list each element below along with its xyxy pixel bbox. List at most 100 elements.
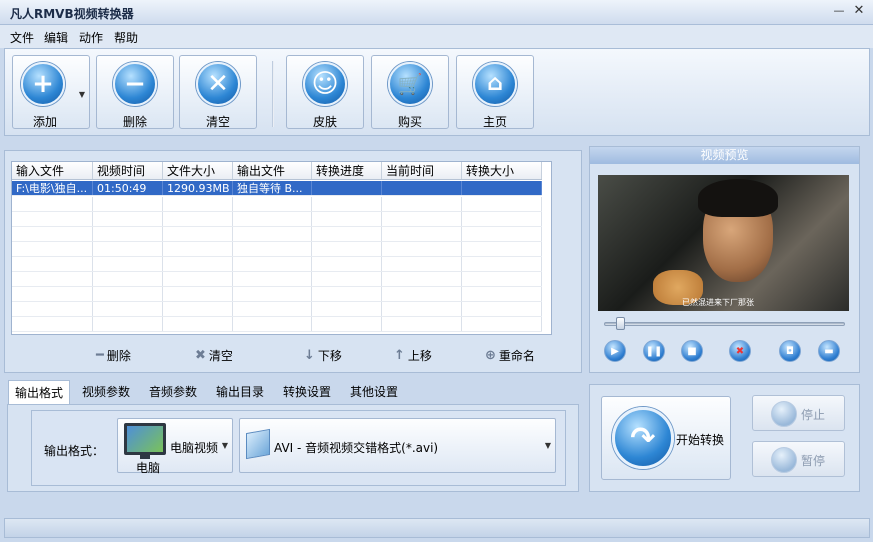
table-cell <box>233 257 312 271</box>
table-cell <box>12 272 93 286</box>
menu-edit[interactable]: 编辑 <box>44 29 68 46</box>
table-cell <box>312 317 382 331</box>
column-header[interactable]: 输入文件 <box>12 162 93 179</box>
start-convert-label: 开始转换 <box>676 433 725 447</box>
mute-button[interactable]: ✖ <box>729 340 751 362</box>
table-cell <box>382 257 462 271</box>
settings-tabs: 输出格式 视频参数 音频参数 输出目录 转换设置 其他设置 <box>4 380 582 404</box>
table-cell <box>312 287 382 301</box>
move-up-button[interactable]: ↑ 上移 <box>394 347 432 364</box>
empty-table-row <box>12 212 542 227</box>
table-cell <box>233 302 312 316</box>
table-cell <box>462 181 542 195</box>
table-cell <box>462 242 542 256</box>
table-cell <box>93 212 163 226</box>
table-cell <box>233 287 312 301</box>
file-list-table[interactable]: 输入文件 视频时间 文件大小 输出文件 转换进度 当前时间 转换大小 F:\电影… <box>11 161 552 335</box>
empty-table-row <box>12 302 542 317</box>
clear-button[interactable]: ✕ 清空 <box>179 55 257 129</box>
pause-icon <box>771 447 797 473</box>
table-cell <box>163 197 233 211</box>
close-button[interactable]: ✕ <box>852 4 866 18</box>
output-format-label: 输出格式： <box>44 444 105 458</box>
tab-output-dir[interactable]: 输出目录 <box>210 380 270 404</box>
pause-convert-button[interactable]: 暂停 <box>752 441 845 477</box>
table-cell <box>233 197 312 211</box>
table-cell <box>93 317 163 331</box>
empty-table-row <box>12 257 542 272</box>
column-header[interactable]: 当前时间 <box>382 162 462 179</box>
table-cell <box>93 197 163 211</box>
table-cell <box>12 227 93 241</box>
table-cell <box>382 302 462 316</box>
column-header[interactable]: 输出文件 <box>233 162 312 179</box>
table-cell <box>12 317 93 331</box>
menu-action[interactable]: 动作 <box>79 29 103 46</box>
stop-convert-label: 停止 <box>801 408 826 422</box>
column-header[interactable]: 视频时间 <box>93 162 163 179</box>
dropdown-arrow-icon[interactable]: ▼ <box>79 90 85 99</box>
stop-button[interactable]: ■ <box>681 340 703 362</box>
start-convert-button[interactable]: ↷ 开始转换 <box>601 396 731 480</box>
table-cell <box>312 242 382 256</box>
play-icon: ▶ <box>611 345 619 357</box>
tab-output-format[interactable]: 输出格式 <box>8 380 71 404</box>
list-delete-button[interactable]: ━ 删除 <box>96 347 131 364</box>
minimize-button[interactable]: — <box>832 4 846 18</box>
snapshot-button[interactable]: ◘ <box>779 340 801 362</box>
table-cell <box>93 257 163 271</box>
column-header[interactable]: 转换进度 <box>312 162 382 179</box>
home-button[interactable]: ⌂ 主页 <box>456 55 534 129</box>
menu-file[interactable]: 文件 <box>10 29 34 46</box>
arrow-up-icon: ↑ <box>394 348 405 363</box>
table-cell <box>12 212 93 226</box>
device-sublabel: 电脑 <box>136 461 161 475</box>
play-button[interactable]: ▶ <box>604 340 626 362</box>
menu-help[interactable]: 帮助 <box>114 29 138 46</box>
delete-button[interactable]: − 删除 <box>96 55 174 129</box>
table-row[interactable]: F:\电影\独自... 01:50:49 1290.93MB 独自等待 B... <box>12 181 542 196</box>
x-icon: ✕ <box>196 62 240 106</box>
pause-button[interactable]: ❚❚ <box>643 340 665 362</box>
table-cell <box>382 227 462 241</box>
minus-icon: ━ <box>96 348 104 363</box>
rename-button[interactable]: ⊕ 重命名 <box>485 347 535 364</box>
open-folder-button[interactable]: ▬ <box>818 340 840 362</box>
table-cell <box>233 242 312 256</box>
add-button[interactable]: + 添加 ▼ <box>12 55 90 129</box>
pause-icon: ❚❚ <box>645 345 663 357</box>
menu-bar: 文件 编辑 动作 帮助 <box>0 25 873 48</box>
add-label: 添加 <box>32 115 57 129</box>
dropdown-arrow-icon: ▼ <box>221 441 228 450</box>
tab-convert-settings[interactable]: 转换设置 <box>277 380 337 404</box>
move-down-button[interactable]: ↓ 下移 <box>304 347 342 364</box>
camera-icon: ◘ <box>786 345 794 357</box>
skin-button[interactable]: ☺ 皮肤 <box>286 55 364 129</box>
tab-other-settings[interactable]: 其他设置 <box>344 380 404 404</box>
minus-icon: − <box>113 62 157 106</box>
device-select[interactable]: 电脑 电脑视频 ▼ <box>117 418 233 475</box>
refresh-arrow-icon: ↷ <box>612 407 674 469</box>
table-cell <box>462 302 542 316</box>
smiley-icon: ☺ <box>303 62 347 106</box>
table-cell <box>312 272 382 286</box>
empty-table-row <box>12 242 542 257</box>
column-header[interactable]: 转换大小 <box>462 162 542 179</box>
list-clear-label: 清空 <box>208 349 233 363</box>
tab-video-params[interactable]: 视频参数 <box>76 380 136 404</box>
format-select[interactable]: AVI - 音频视频交错格式(*.avi) ▼ <box>239 418 556 473</box>
list-clear-button[interactable]: ✖ 清空 <box>195 347 233 364</box>
seek-slider-thumb[interactable] <box>615 317 625 330</box>
plus-icon: + <box>21 62 65 106</box>
tab-audio-params[interactable]: 音频参数 <box>143 380 203 404</box>
mute-icon: ✖ <box>735 345 745 357</box>
preview-title: 视频预览 <box>590 147 859 164</box>
buy-button[interactable]: 🛒 购买 <box>371 55 449 129</box>
table-cell <box>12 242 93 256</box>
table-cell <box>12 287 93 301</box>
stop-convert-button[interactable]: 停止 <box>752 395 845 431</box>
seek-slider[interactable] <box>604 322 845 326</box>
table-cell <box>93 272 163 286</box>
column-header[interactable]: 文件大小 <box>163 162 233 179</box>
empty-table-row <box>12 317 542 332</box>
